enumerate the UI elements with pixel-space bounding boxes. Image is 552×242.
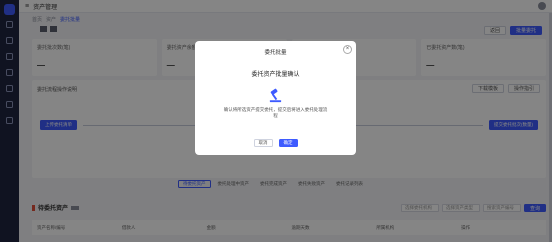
close-icon[interactable]: × xyxy=(343,45,352,54)
modal-subtitle: 委托资产批量确认 xyxy=(251,72,300,78)
gavel-icon xyxy=(269,88,282,103)
entrust-modal: 委托批量 × 委托资产批量确认 确认将所选资产提交委托，提交后将进入委托处理流程… xyxy=(195,41,356,155)
modal-description: 确认将所选资产提交委托，提交后将进入委托处理流程 xyxy=(223,107,328,118)
modal-buttons: 取消 确定 xyxy=(195,139,356,147)
cancel-button[interactable]: 取消 xyxy=(253,139,273,147)
modal-title: 委托批量 xyxy=(264,50,287,56)
confirm-button[interactable]: 确定 xyxy=(278,139,298,147)
